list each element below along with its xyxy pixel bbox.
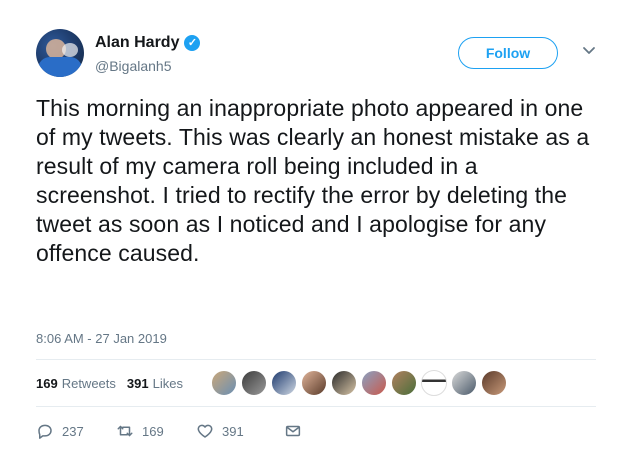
tweet-actions: 237 169 391 [36,422,302,440]
divider-bottom [36,406,596,407]
retweet-icon [117,425,133,437]
chevron-down-icon[interactable] [582,46,596,56]
like-action[interactable]: 391 [196,422,284,440]
user-name[interactable]: Alan Hardy [95,34,179,52]
reply-icon [38,424,52,439]
liker-avatar[interactable] [451,370,477,396]
liker-avatar[interactable] [391,370,417,396]
liker-avatar[interactable] [211,370,237,396]
reply-count: 237 [62,423,84,439]
liker-avatar[interactable] [271,370,297,396]
user-handle[interactable]: @Bigalanh5 [95,58,172,74]
liker-avatar[interactable] [241,370,267,396]
liker-avatar[interactable] [421,370,447,396]
verified-badge-icon: ✓ [184,35,201,51]
retweets-stat[interactable]: 169 Retweets [36,376,116,391]
heart-icon [197,424,213,438]
engagement-stats: 169 Retweets 391 Likes [36,376,183,391]
liker-avatar[interactable] [331,370,357,396]
user-name-row[interactable]: Alan Hardy ✓ [95,34,201,52]
liker-avatar[interactable] [481,370,507,396]
liker-avatar[interactable] [361,370,387,396]
liker-avatar[interactable] [301,370,327,396]
divider-top [36,359,596,360]
tweet-text: This morning an inappropriate photo appe… [36,95,590,266]
retweet-count: 169 [142,423,164,439]
reply-action[interactable]: 237 [36,422,116,440]
envelope-icon [285,425,301,437]
follow-button[interactable]: Follow [458,37,558,69]
tweet-timestamp[interactable]: 8:06 AM - 27 Jan 2019 [36,331,167,346]
likes-stat[interactable]: 391 Likes [127,376,183,391]
like-count: 391 [222,423,244,439]
direct-message-action[interactable] [284,422,302,440]
retweet-action[interactable]: 169 [116,422,196,440]
avatar[interactable] [36,29,84,77]
